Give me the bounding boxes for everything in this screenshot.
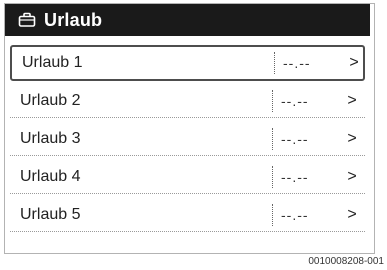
page-title: Urlaub [44,9,103,30]
list-item-urlaub-3[interactable]: Urlaub 3 --.-- > [10,122,365,156]
divider [272,127,274,150]
holiday-list: Urlaub 1 --.-- > Urlaub 2 --.-- > Urlaub… [10,45,365,236]
list-item-value: --.-- [283,55,311,71]
list-item-label: Urlaub 4 [20,167,81,185]
divider [272,89,274,112]
list-item-urlaub-2[interactable]: Urlaub 2 --.-- > [10,84,365,118]
chevron-right-icon: > [347,129,357,147]
list-item-urlaub-4[interactable]: Urlaub 4 --.-- > [10,160,365,194]
chevron-right-icon: > [349,54,359,71]
menu-header: Urlaub [5,4,370,36]
divider [272,165,274,188]
document-id: 0010008208-001 [308,256,384,267]
list-item-value: --.-- [281,206,309,223]
list-item-urlaub-5[interactable]: Urlaub 5 --.-- > [10,198,365,232]
list-item-value: --.-- [281,168,309,185]
chevron-right-icon: > [347,167,357,185]
divider [272,203,274,226]
list-item-label: Urlaub 5 [20,205,81,223]
list-item-value: --.-- [281,130,309,147]
chevron-right-icon: > [347,91,357,109]
suitcase-icon [18,12,36,28]
divider [274,52,276,74]
list-item-label: Urlaub 3 [20,129,81,147]
list-item-urlaub-1[interactable]: Urlaub 1 --.-- > [10,45,365,81]
list-item-label: Urlaub 1 [22,54,83,71]
list-item-value: --.-- [281,92,309,109]
list-item-label: Urlaub 2 [20,91,81,109]
chevron-right-icon: > [347,205,357,223]
